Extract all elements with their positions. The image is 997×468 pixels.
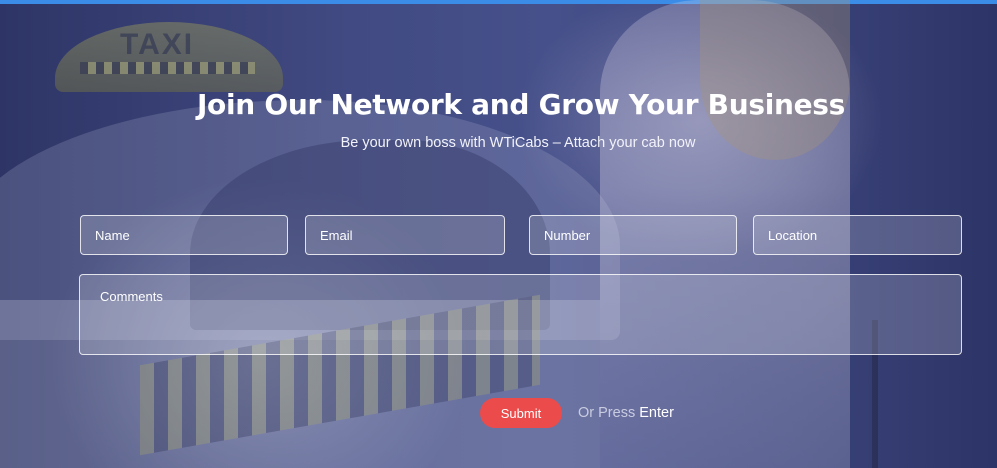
name-input[interactable] [95, 227, 287, 243]
comments-textarea[interactable] [100, 289, 941, 339]
page-title: Join Our Network and Grow Your Business [196, 88, 846, 121]
press-enter-prefix: Or Press [578, 405, 636, 421]
comments-field[interactable] [79, 274, 962, 355]
press-enter-hint: Or Press Enter [578, 405, 674, 421]
page-subtitle: Be your own boss with WTiCabs – Attach y… [340, 135, 696, 151]
press-enter-key: Enter [639, 405, 674, 421]
location-input[interactable] [768, 227, 961, 243]
number-input[interactable] [544, 227, 736, 243]
submit-button[interactable]: Submit [480, 398, 562, 428]
name-field[interactable] [80, 215, 288, 255]
email-input[interactable] [320, 227, 504, 243]
number-field[interactable] [529, 215, 737, 255]
location-field[interactable] [753, 215, 962, 255]
form-container: Join Our Network and Grow Your Business … [0, 0, 997, 468]
email-field[interactable] [305, 215, 505, 255]
hero-section: TAXI Join Our Network and Grow Your Busi… [0, 0, 997, 468]
